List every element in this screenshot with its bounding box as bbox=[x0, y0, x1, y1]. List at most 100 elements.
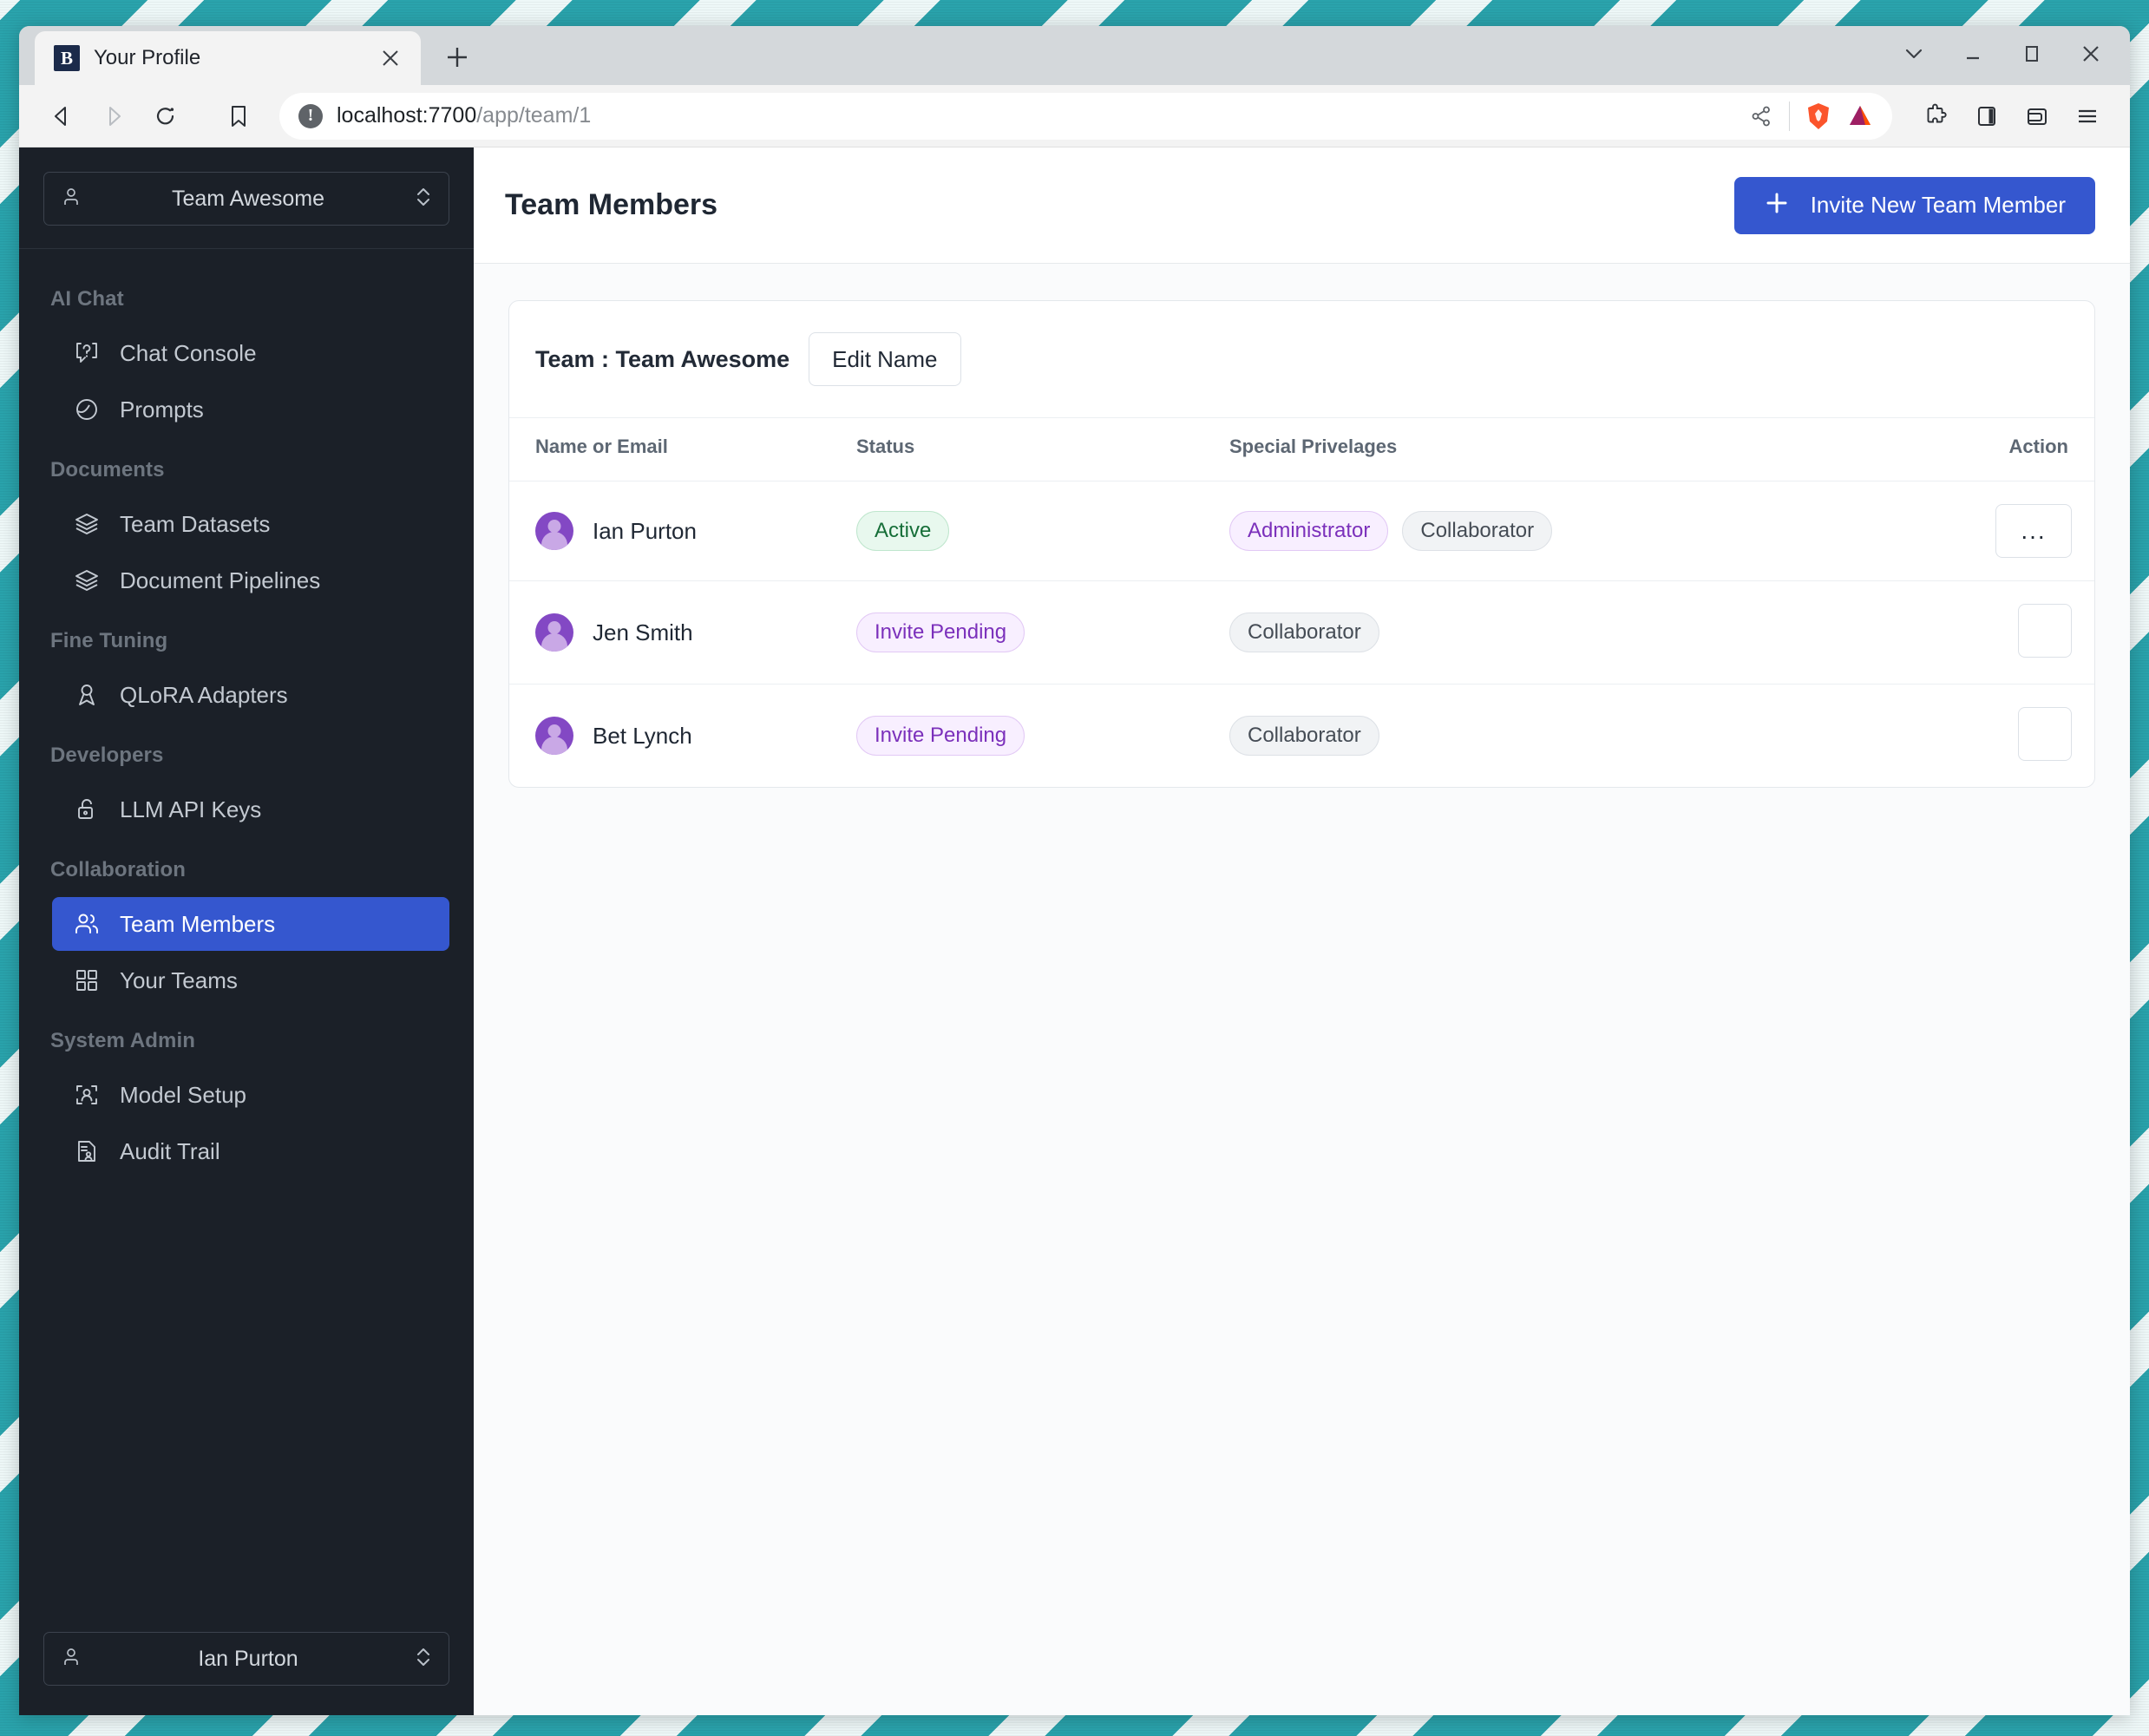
browser-toolbar: ! localhost:7700/app/team/1 bbox=[19, 85, 2130, 147]
person-icon bbox=[60, 186, 82, 213]
privilege-badge: Collaborator bbox=[1229, 716, 1379, 756]
sidebar-item-label: Chat Console bbox=[120, 339, 257, 366]
person-icon bbox=[60, 1646, 82, 1673]
main-content: Team Members Invite New Team Member Team… bbox=[474, 147, 2130, 1715]
sidebar-item-label: Team Datasets bbox=[120, 510, 271, 537]
privilege-badges: Collaborator bbox=[1229, 613, 1982, 652]
sidebar-item-label: LLM API Keys bbox=[120, 796, 262, 822]
cell-name: Bet Lynch bbox=[509, 685, 856, 788]
minimize-icon[interactable] bbox=[1948, 33, 1998, 75]
sidebar-item-label: Model Setup bbox=[120, 1081, 246, 1108]
sidebar-item-model-setup[interactable]: Model Setup bbox=[42, 1068, 458, 1122]
sidebar-item-llm-api-keys[interactable]: LLM API Keys bbox=[42, 783, 458, 836]
table-row: Bet Lynch Invite Pending Collaborator bbox=[509, 685, 2094, 788]
table-row: Jen Smith Invite Pending Collaborator bbox=[509, 580, 2094, 685]
cell-action: ... bbox=[1982, 481, 2094, 581]
menu-icon[interactable] bbox=[2064, 93, 2111, 140]
cell-status: Active bbox=[856, 481, 1229, 581]
extensions-icon[interactable] bbox=[1913, 93, 1960, 140]
member-name: Ian Purton bbox=[593, 517, 697, 544]
sidebar-item-label: Prompts bbox=[120, 396, 204, 423]
row-action-button[interactable] bbox=[2018, 604, 2072, 658]
tab-title: Your Profile bbox=[94, 46, 201, 69]
status-badge: Active bbox=[856, 511, 950, 551]
row-action-button[interactable]: ... bbox=[1995, 504, 2072, 558]
team-members-table: Name or Email Status Special Privelages … bbox=[509, 418, 2094, 787]
user-selector-label: Ian Purton bbox=[198, 1646, 298, 1671]
invite-new-team-member-button[interactable]: Invite New Team Member bbox=[1733, 176, 2095, 234]
document-person-icon bbox=[73, 1137, 101, 1165]
cell-privileges: Collaborator bbox=[1229, 580, 1982, 685]
column-header-name: Name or Email bbox=[509, 418, 856, 481]
new-tab-button[interactable] bbox=[433, 33, 482, 82]
sidebar-item-document-pipelines[interactable]: Document Pipelines bbox=[42, 554, 458, 607]
unlock-icon bbox=[73, 796, 101, 823]
sidebar-section-title: Documents bbox=[50, 458, 165, 481]
reload-icon[interactable] bbox=[142, 93, 189, 140]
sidebar-item-team-datasets[interactable]: Team Datasets bbox=[42, 497, 458, 551]
cell-status: Invite Pending bbox=[856, 580, 1229, 685]
browser-tab[interactable]: B Your Profile bbox=[35, 31, 421, 85]
url-bar[interactable]: ! localhost:7700/app/team/1 bbox=[279, 92, 1892, 140]
users-icon bbox=[73, 910, 101, 938]
edit-name-button[interactable]: Edit Name bbox=[809, 332, 961, 386]
grid-icon bbox=[73, 966, 101, 994]
sidebar-item-qlora-adapters[interactable]: QLoRA Adapters bbox=[42, 668, 458, 722]
maximize-icon[interactable] bbox=[2007, 33, 2057, 75]
chevron-updown-icon bbox=[414, 1645, 433, 1674]
tab-favicon-icon: B bbox=[54, 45, 80, 71]
sidebar-item-prompts[interactable]: Prompts bbox=[42, 383, 458, 436]
avatar bbox=[535, 512, 573, 550]
member: Jen Smith bbox=[535, 613, 856, 652]
toolbar-divider bbox=[1789, 101, 1790, 131]
privilege-badge: Collaborator bbox=[1229, 613, 1379, 652]
sidebar-item-chat-console[interactable]: Chat Console bbox=[42, 326, 458, 380]
row-action-button[interactable] bbox=[2018, 707, 2072, 761]
browser-tabstrip: B Your Profile bbox=[19, 26, 2130, 85]
not-secure-icon[interactable]: ! bbox=[298, 103, 323, 128]
avatar bbox=[535, 613, 573, 652]
sidebar-item-label: Your Teams bbox=[120, 966, 238, 993]
page-title: Team Members bbox=[505, 188, 718, 221]
sidebar-item-audit-trail[interactable]: Audit Trail bbox=[42, 1124, 458, 1178]
team-name-label: Team : Team Awesome bbox=[535, 345, 790, 372]
team-selector-label: Team Awesome bbox=[171, 186, 324, 211]
brave-shields-icon[interactable] bbox=[1805, 102, 1831, 130]
member: Bet Lynch bbox=[535, 717, 856, 755]
plus-icon bbox=[1764, 190, 1790, 221]
scan-person-icon bbox=[73, 1081, 101, 1109]
sidebar-toggle-icon[interactable] bbox=[1963, 93, 2010, 140]
sidebar-item-your-teams[interactable]: Your Teams bbox=[42, 953, 458, 1007]
sidebar-item-team-members[interactable]: Team Members bbox=[52, 897, 449, 951]
cell-action bbox=[1982, 685, 2094, 788]
wallet-icon[interactable] bbox=[2014, 93, 2061, 140]
cell-privileges: Administrator Collaborator bbox=[1229, 481, 1982, 581]
forward-icon[interactable] bbox=[90, 93, 137, 140]
privilege-badges: Administrator Collaborator bbox=[1229, 511, 1982, 551]
toolbar-actions bbox=[1913, 93, 2111, 140]
back-icon[interactable] bbox=[38, 93, 85, 140]
bookmark-icon[interactable] bbox=[215, 93, 262, 140]
close-icon[interactable] bbox=[376, 43, 405, 73]
column-header-action: Action bbox=[1982, 418, 2094, 481]
team-selector-container: Team Awesome bbox=[19, 147, 474, 249]
tab-search-icon[interactable] bbox=[1889, 33, 1939, 75]
cell-status: Invite Pending bbox=[856, 685, 1229, 788]
window-close-icon[interactable] bbox=[2066, 33, 2116, 75]
brave-rewards-icon[interactable] bbox=[1847, 103, 1873, 129]
cell-action bbox=[1982, 580, 2094, 685]
team-selector[interactable]: Team Awesome bbox=[43, 172, 449, 226]
sidebar-footer: Ian Purton bbox=[19, 1609, 474, 1715]
sidebar-item-label: QLoRA Adapters bbox=[120, 681, 288, 708]
sidebar-section-title: Fine Tuning bbox=[50, 629, 168, 652]
privilege-badges: Collaborator bbox=[1229, 716, 1982, 756]
url-text: localhost:7700/app/team/1 bbox=[337, 103, 591, 128]
ribbon-icon bbox=[73, 681, 101, 709]
sidebar-nav: AI Chat Chat Console Prompts Documents Team … bbox=[19, 249, 474, 1609]
share-icon[interactable] bbox=[1749, 104, 1773, 128]
column-header-privileges: Special Privelages bbox=[1229, 418, 1982, 481]
app-sidebar: Team Awesome AI Chat Chat Console Prompts D… bbox=[19, 147, 474, 1715]
prompt-circle-icon bbox=[73, 396, 101, 423]
desktop-background: B Your Profile ! localhost:7700/app/team… bbox=[0, 0, 2149, 1736]
user-selector[interactable]: Ian Purton bbox=[43, 1632, 449, 1686]
